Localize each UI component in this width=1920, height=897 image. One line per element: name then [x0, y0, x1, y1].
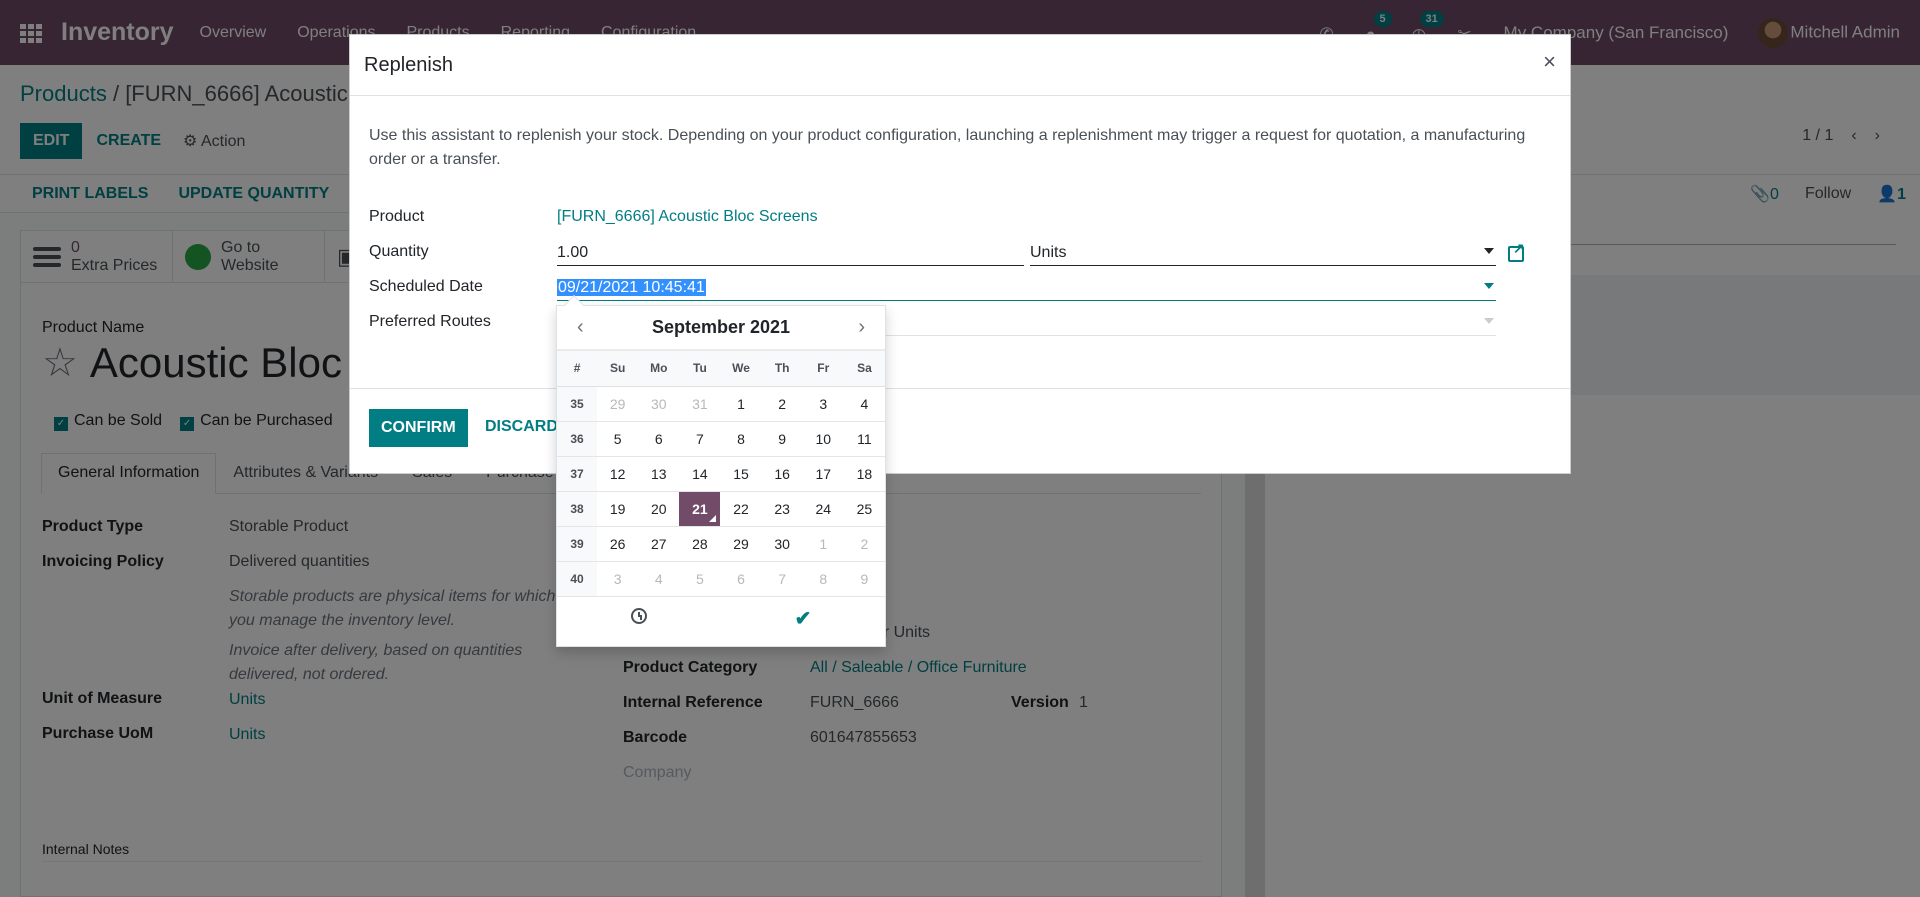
time-picker-toggle[interactable] — [557, 608, 721, 629]
calendar-day[interactable]: 2 — [761, 386, 803, 422]
datepicker-header: ‹ September 2021 › — [557, 306, 885, 351]
next-month-icon[interactable]: › — [858, 316, 865, 339]
calendar-day[interactable]: 8 — [720, 421, 762, 457]
calendar-day[interactable]: 11 — [843, 421, 885, 457]
checkmark-icon: ✔ — [794, 608, 812, 630]
calendar-week-row: 39 26 27 28 29 30 1 2 — [557, 526, 885, 562]
dialog-title: Replenish — [364, 53, 453, 76]
chevron-down-icon — [1484, 318, 1494, 324]
calendar-day[interactable]: 4 — [638, 561, 680, 597]
calendar-day[interactable]: 3 — [597, 561, 639, 597]
calendar-day[interactable]: 29 — [720, 526, 762, 562]
dialog-description: Use this assistant to replenish your sto… — [369, 127, 1526, 168]
calendar-day[interactable]: 23 — [761, 491, 803, 527]
week-number: 39 — [557, 526, 598, 562]
quantity-label: Quantity — [369, 243, 429, 260]
dialog-footer: CONFIRM DISCARD — [350, 388, 1570, 474]
calendar-day[interactable]: 26 — [597, 526, 639, 562]
week-number: 37 — [557, 456, 598, 492]
week-number: 38 — [557, 491, 598, 527]
calendar-day[interactable]: 29 — [597, 386, 639, 422]
chevron-down-icon — [1484, 283, 1494, 289]
datepicker-month-title[interactable]: September 2021 — [652, 317, 790, 338]
calendar-day[interactable]: 17 — [802, 456, 844, 492]
calendar-day[interactable]: 18 — [843, 456, 885, 492]
calendar-day[interactable]: 7 — [761, 561, 803, 597]
week-number: 40 — [557, 561, 598, 597]
weekday-header: Fr — [802, 351, 844, 387]
calendar-day[interactable]: 24 — [802, 491, 844, 527]
quantity-value: 1.00 — [557, 244, 589, 261]
week-number-header: # — [557, 351, 598, 387]
calendar-day[interactable]: 16 — [761, 456, 803, 492]
calendar-day[interactable]: 8 — [802, 561, 844, 597]
uom-select[interactable]: Units — [1030, 237, 1496, 266]
calendar-day[interactable]: 19 — [597, 491, 639, 527]
calendar-week-row: 35 29 30 31 1 2 3 4 — [557, 386, 885, 422]
weekday-header: Th — [761, 351, 803, 387]
calendar-day[interactable]: 20 — [638, 491, 680, 527]
chevron-down-icon — [1484, 248, 1494, 254]
product-label: Product — [369, 208, 425, 225]
calendar-day[interactable]: 7 — [679, 421, 721, 457]
calendar-day[interactable]: 30 — [761, 526, 803, 562]
calendar-day[interactable]: 22 — [720, 491, 762, 527]
calendar-week-row: 40 3 4 5 6 7 8 9 — [557, 561, 885, 597]
weekday-header: Tu — [679, 351, 721, 387]
previous-month-icon[interactable]: ‹ — [577, 316, 584, 339]
confirm-button[interactable]: CONFIRM — [369, 409, 468, 447]
calendar-day[interactable]: 15 — [720, 456, 762, 492]
apply-date-button[interactable]: ✔ — [721, 606, 885, 631]
calendar-day[interactable]: 9 — [761, 421, 803, 457]
calendar-day[interactable]: 12 — [597, 456, 639, 492]
scheduled-date-value: 09/21/2021 10:45:41 — [557, 279, 706, 296]
scheduled-date-label: Scheduled Date — [369, 278, 483, 295]
dialog-header: Replenish — [350, 35, 1570, 96]
calendar-week-row: 37 12 13 14 15 16 17 18 — [557, 456, 885, 492]
week-number: 36 — [557, 421, 598, 457]
clock-icon — [631, 608, 647, 624]
preferred-routes-label: Preferred Routes — [369, 313, 491, 330]
weekday-header: We — [720, 351, 762, 387]
calendar-day[interactable]: 30 — [638, 386, 680, 422]
calendar-day[interactable]: 6 — [720, 561, 762, 597]
product-field[interactable]: [FURN_6666] Acoustic Bloc Screens — [557, 208, 818, 226]
calendar-day[interactable]: 3 — [802, 386, 844, 422]
calendar-day[interactable]: 4 — [843, 386, 885, 422]
calendar-day[interactable]: 6 — [638, 421, 680, 457]
calendar-body: 35 29 30 31 1 2 3 4 36 5 6 7 8 9 10 11 37 12 13 14 15 16 17 18 3… — [557, 386, 885, 597]
weekday-header: Sa — [843, 351, 885, 387]
scheduled-date-input[interactable]: 09/21/2021 10:45:41 — [557, 272, 1496, 301]
datepicker-popup: ‹ September 2021 › # Su Mo Tu We Th Fr S… — [556, 295, 886, 647]
calendar-day[interactable]: 1 — [720, 386, 762, 422]
uom-select-value: Units — [1030, 244, 1067, 261]
week-number: 35 — [557, 386, 598, 422]
calendar-week-row: 36 5 6 7 8 9 10 11 — [557, 421, 885, 457]
calendar-day[interactable]: 2 — [843, 526, 885, 562]
calendar-day[interactable]: 27 — [638, 526, 680, 562]
replenish-dialog: Replenish × Use this assistant to replen… — [349, 34, 1571, 474]
calendar-day[interactable]: 5 — [597, 421, 639, 457]
weekday-header: Mo — [638, 351, 680, 387]
calendar-day[interactable]: 1 — [802, 526, 844, 562]
calendar-day[interactable]: 31 — [679, 386, 721, 422]
weekday-header: Su — [597, 351, 639, 387]
calendar-day[interactable]: 10 — [802, 421, 844, 457]
datepicker-footer: ✔ — [557, 597, 885, 641]
calendar-day[interactable]: 25 — [843, 491, 885, 527]
external-link-icon[interactable] — [1508, 240, 1525, 262]
calendar-day-selected[interactable]: 21 — [679, 491, 721, 527]
calendar-day[interactable]: 28 — [679, 526, 721, 562]
calendar-day[interactable]: 14 — [679, 456, 721, 492]
close-icon[interactable]: × — [1543, 49, 1556, 75]
quantity-input[interactable]: 1.00 — [557, 237, 1024, 266]
calendar-day[interactable]: 5 — [679, 561, 721, 597]
calendar-day[interactable]: 9 — [843, 561, 885, 597]
calendar-week-row: 38 19 20 21 22 23 24 25 — [557, 491, 885, 527]
calendar-day[interactable]: 13 — [638, 456, 680, 492]
discard-button[interactable]: DISCARD — [485, 418, 558, 436]
calendar-grid: # Su Mo Tu We Th Fr Sa 35 29 30 31 1 2 3 4 36 5 6 7… — [557, 351, 885, 597]
